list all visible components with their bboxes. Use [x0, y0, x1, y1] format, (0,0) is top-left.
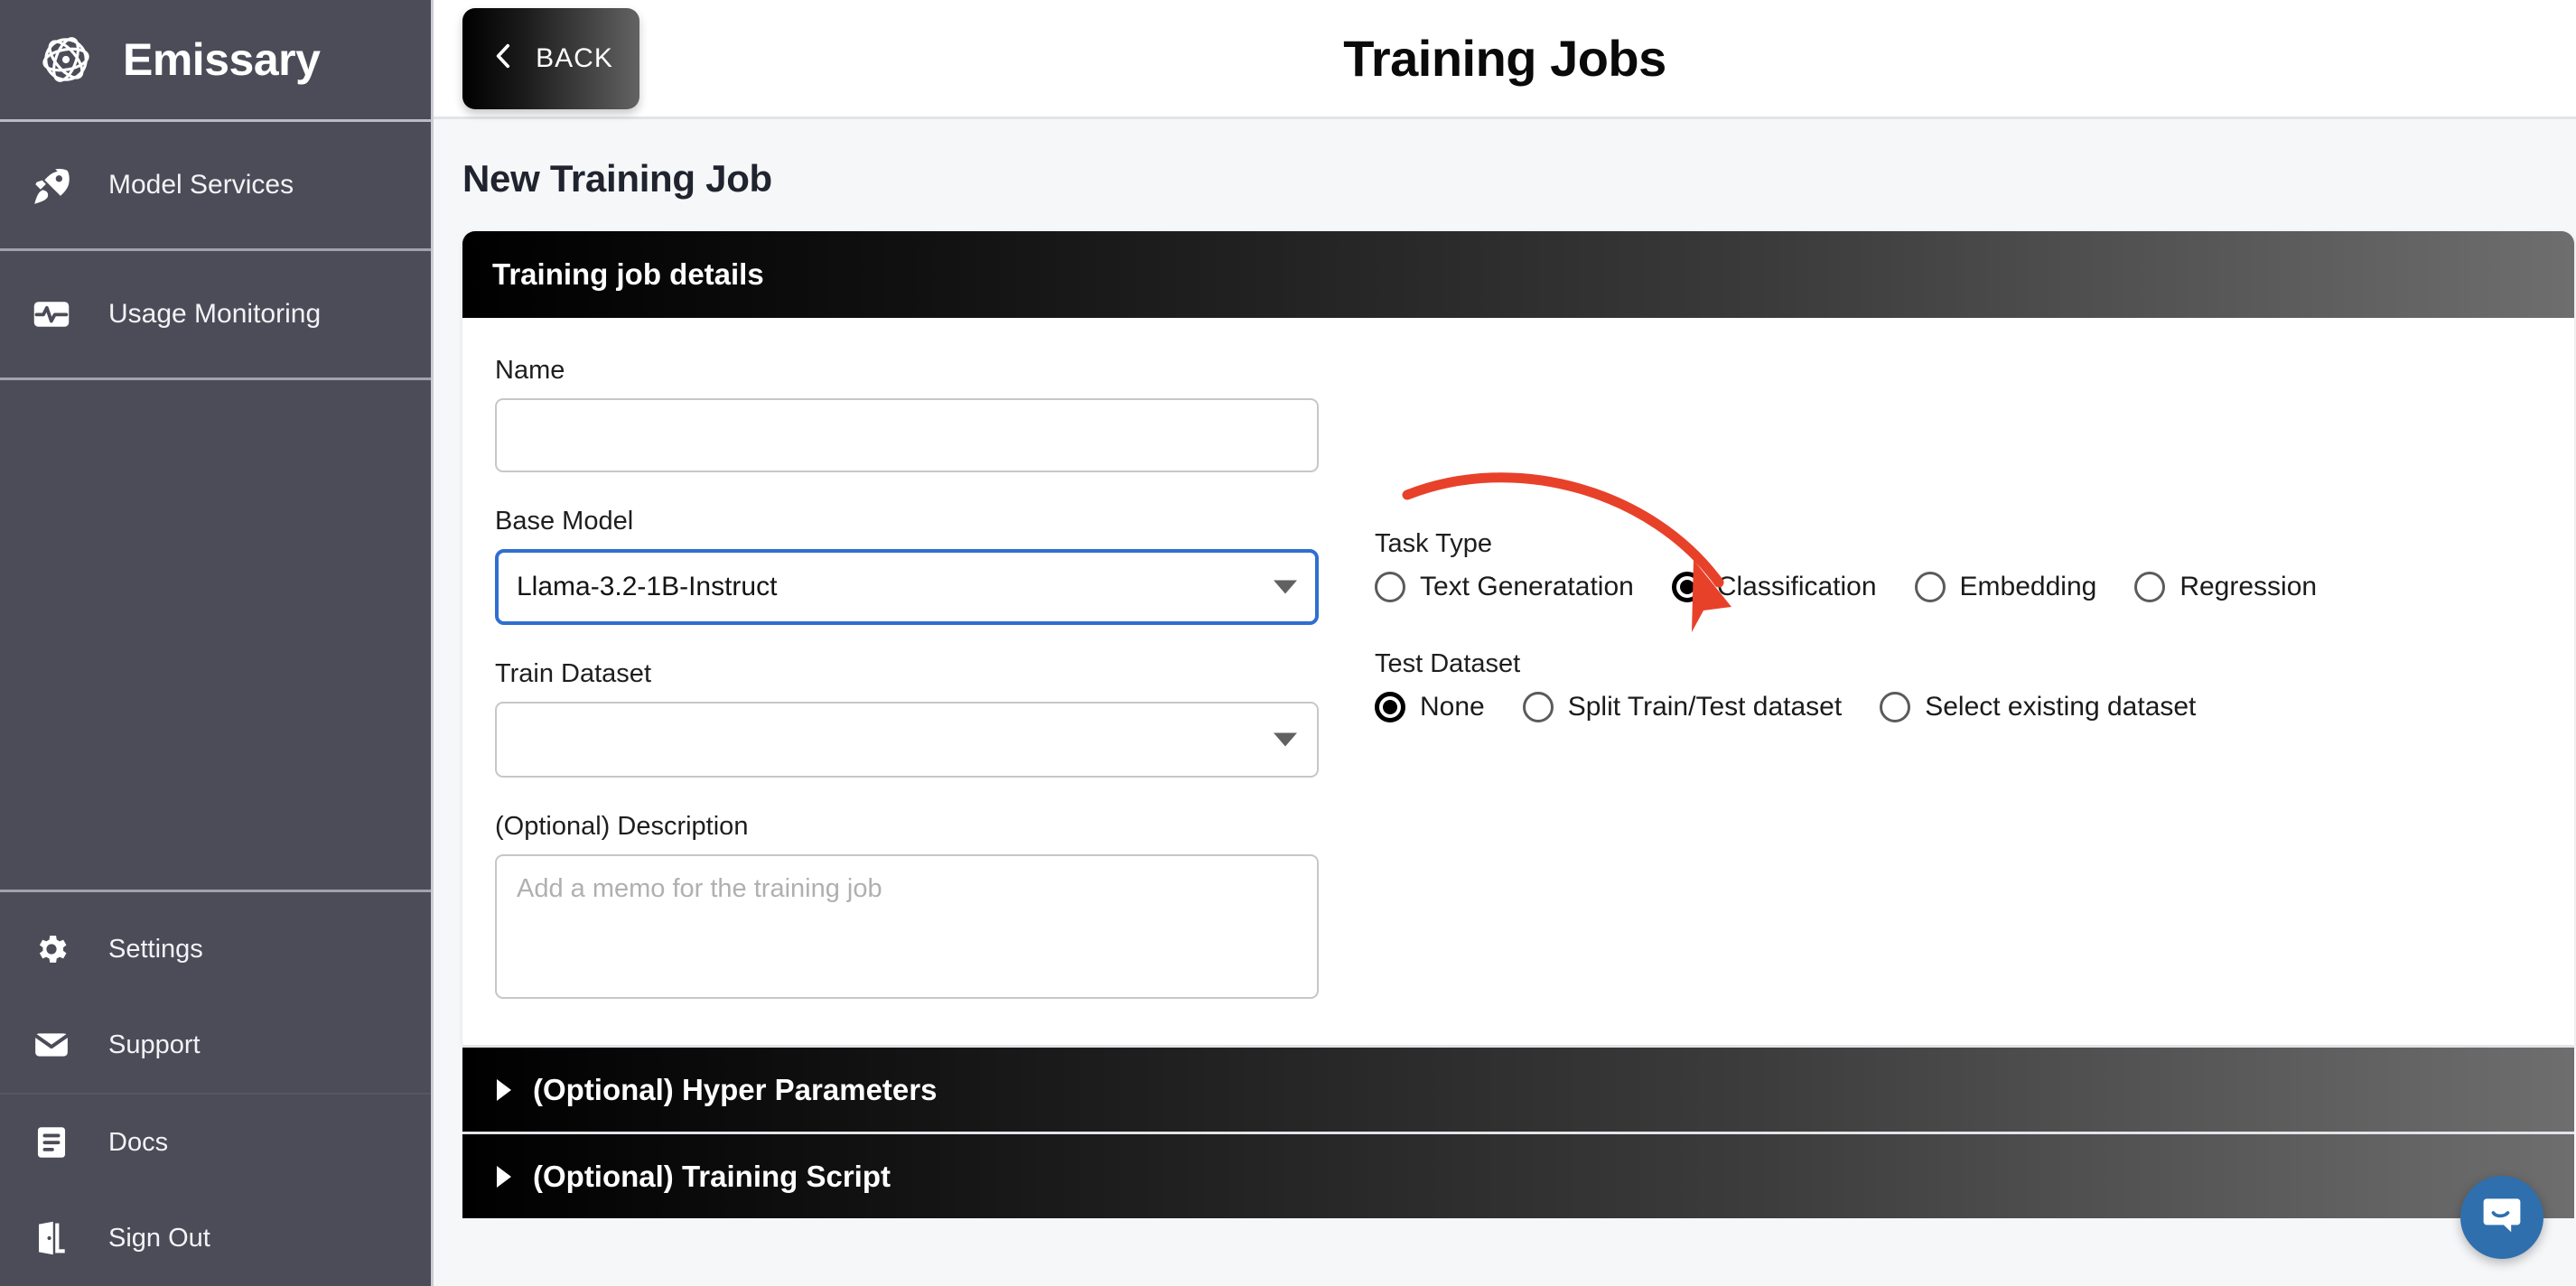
sidebar-item-docs[interactable]: Docs: [0, 1095, 431, 1190]
radio-test-split[interactable]: Split Train/Test dataset: [1522, 692, 1843, 722]
field-task-type: Task Type Text Generatation Classificati…: [1375, 529, 2542, 602]
radio-label: Select existing dataset: [1925, 692, 2197, 722]
section-heading: New Training Job: [462, 157, 772, 200]
field-name: Name: [495, 356, 1319, 472]
accordion-title: (Optional) Hyper Parameters: [533, 1072, 938, 1106]
task-type-label: Task Type: [1375, 529, 1493, 558]
name-input[interactable]: [495, 398, 1319, 472]
field-train-dataset: Train Dataset: [495, 659, 1319, 778]
accordion-hyper-parameters[interactable]: (Optional) Hyper Parameters: [462, 1045, 2574, 1132]
card-body: Name Base Model Llama-3.2-1B-Instruct Tr…: [462, 318, 2574, 1045]
sidebar-spacer: [0, 380, 431, 892]
sidebar-item-label: Docs: [108, 1127, 169, 1157]
sidebar-item-label: Settings: [108, 934, 203, 964]
radio-icon: [1880, 692, 1911, 722]
radio-label: None: [1420, 692, 1485, 722]
radio-task-classification[interactable]: Classification: [1671, 572, 1877, 602]
train-dataset-select-wrap: [495, 702, 1319, 778]
radio-icon: [1914, 572, 1946, 602]
sidebar-item-sign-out[interactable]: Sign Out: [0, 1190, 431, 1286]
radio-test-none[interactable]: None: [1375, 692, 1485, 722]
card-header: Training job details: [462, 231, 2574, 318]
radio-icon: [2134, 572, 2166, 602]
sidebar-item-support[interactable]: Support: [0, 997, 431, 1093]
base-model-label: Base Model: [495, 507, 634, 536]
radio-icon-checked: [1375, 692, 1405, 722]
content-scroll: New Training Job Training job details Na…: [434, 119, 2576, 1286]
radio-icon-checked: [1671, 572, 1703, 602]
page-title: Training Jobs: [1343, 30, 1666, 87]
radio-task-regression[interactable]: Regression: [2134, 572, 2317, 602]
app-root: Emissary Model Services Usage Monitoring…: [0, 0, 2576, 1286]
gear-icon: [31, 928, 72, 970]
radio-icon: [1375, 572, 1405, 602]
brand-name: Emissary: [123, 34, 321, 85]
radio-test-existing[interactable]: Select existing dataset: [1880, 692, 2196, 722]
chat-bubble-icon: [2478, 1192, 2525, 1244]
atom-logo-icon: [33, 26, 99, 93]
train-dataset-label: Train Dataset: [495, 659, 651, 688]
sidebar-item-settings[interactable]: Settings: [0, 901, 431, 997]
test-dataset-label: Test Dataset: [1375, 649, 1521, 678]
sidebar-item-label: Sign Out: [108, 1223, 210, 1253]
radio-label: Split Train/Test dataset: [1567, 692, 1843, 722]
document-icon: [31, 1122, 72, 1163]
main-area: BACK Training Jobs New Training Job Trai…: [434, 0, 2576, 1286]
sidebar-item-usage-monitoring[interactable]: Usage Monitoring: [0, 251, 431, 380]
radio-label: Text Generatation: [1420, 572, 1634, 601]
chevron-left-icon: [489, 41, 519, 76]
sidebar: Emissary Model Services Usage Monitoring…: [0, 0, 434, 1286]
radio-task-embedding[interactable]: Embedding: [1914, 572, 2097, 602]
accordion-title: (Optional) Training Script: [533, 1159, 891, 1193]
sidebar-item-model-services[interactable]: Model Services: [0, 122, 431, 251]
topbar: BACK Training Jobs: [434, 0, 2576, 119]
training-job-details-card: Training job details Name Base Model Lla…: [462, 231, 2574, 1045]
back-button[interactable]: BACK: [462, 7, 639, 109]
radio-task-text-generatation[interactable]: Text Generatation: [1375, 572, 1634, 602]
form-column-left: Name Base Model Llama-3.2-1B-Instruct Tr…: [495, 356, 1319, 1003]
envelope-icon: [31, 1024, 72, 1066]
form-column-right: Task Type Text Generatation Classificati…: [1375, 356, 2542, 1003]
description-label: (Optional) Description: [495, 812, 749, 841]
field-test-dataset: Test Dataset None Split Train/Test datas…: [1375, 649, 2542, 722]
back-button-label: BACK: [536, 42, 613, 73]
radio-label: Embedding: [1959, 572, 2097, 601]
caret-right-icon: [497, 1078, 511, 1101]
sidebar-item-label: Usage Monitoring: [108, 299, 322, 329]
chat-launcher-button[interactable]: [2460, 1176, 2543, 1259]
exit-door-icon: [31, 1217, 72, 1259]
radio-label: Classification: [1716, 572, 1877, 601]
task-type-radio-group: Text Generatation Classification Embeddi…: [1375, 572, 2542, 602]
radio-label: Regression: [2179, 572, 2318, 601]
radio-icon: [1522, 692, 1554, 722]
caret-right-icon: [497, 1165, 511, 1188]
base-model-select[interactable]: Llama-3.2-1B-Instruct: [495, 549, 1319, 625]
monitor-pulse-icon: [31, 294, 72, 335]
field-base-model: Base Model Llama-3.2-1B-Instruct: [495, 507, 1319, 625]
sidebar-bottom-nav: Settings Support Docs Sign Out: [0, 892, 431, 1286]
description-textarea[interactable]: [495, 854, 1319, 999]
right-column-offset: [1375, 358, 2542, 529]
card-header-title: Training job details: [492, 257, 764, 291]
accordion-list: (Optional) Hyper Parameters (Optional) T…: [462, 1045, 2574, 1218]
name-label: Name: [495, 356, 565, 385]
test-dataset-radio-group: None Split Train/Test dataset Select exi…: [1375, 692, 2542, 722]
rocket-icon: [31, 164, 72, 206]
train-dataset-select[interactable]: [495, 702, 1319, 778]
base-model-value: Llama-3.2-1B-Instruct: [517, 572, 778, 601]
accordion-training-script[interactable]: (Optional) Training Script: [462, 1132, 2574, 1218]
field-description: (Optional) Description: [495, 812, 1319, 1003]
sidebar-item-label: Model Services: [108, 170, 294, 200]
base-model-select-wrap: Llama-3.2-1B-Instruct: [495, 549, 1319, 625]
sidebar-item-label: Support: [108, 1030, 201, 1059]
brand[interactable]: Emissary: [0, 0, 431, 122]
